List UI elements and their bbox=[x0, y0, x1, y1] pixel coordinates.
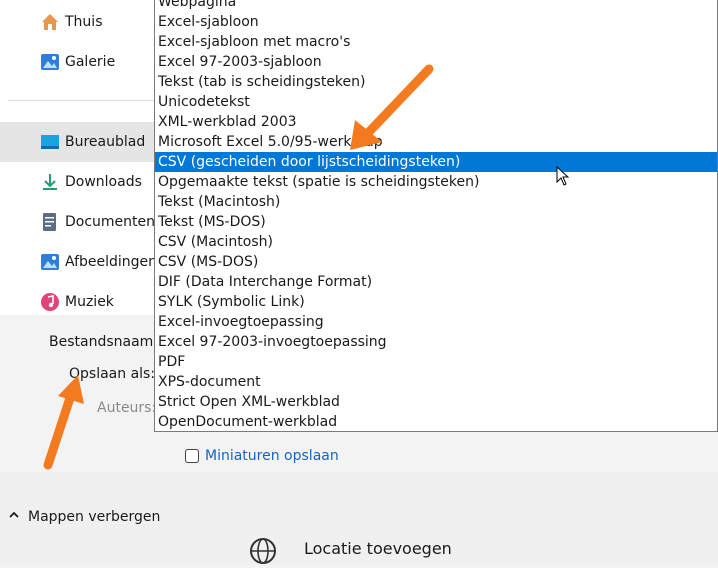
nav-item-label: Thuis bbox=[65, 14, 103, 30]
music-icon bbox=[40, 292, 60, 312]
save-thumbnails-label[interactable]: Miniaturen opslaan bbox=[205, 448, 339, 464]
desktop-icon bbox=[40, 132, 60, 152]
gallery-icon bbox=[40, 52, 60, 72]
dropdown-option[interactable]: OpenDocument-werkblad bbox=[155, 412, 717, 431]
save-type-dropdown-list[interactable]: Webpagina Excel-sjabloon Excel-sjabloon me… bbox=[154, 0, 718, 432]
nav-item-muziek[interactable]: Muziek bbox=[0, 282, 156, 322]
dropdown-option[interactable]: DIF (Data Interchange Format) bbox=[155, 272, 717, 292]
mouse-cursor-icon bbox=[556, 165, 570, 190]
add-location-label: Locatie toevoegen bbox=[304, 538, 452, 558]
dropdown-option[interactable]: CSV (MS-DOS) bbox=[155, 252, 717, 272]
dropdown-option[interactable]: Opgemaakte tekst (spatie is scheidingste… bbox=[155, 172, 717, 192]
chevron-up-icon bbox=[8, 509, 20, 525]
save-thumbnails-row[interactable]: Miniaturen opslaan bbox=[185, 446, 339, 466]
dropdown-option[interactable]: XPS-document bbox=[155, 372, 717, 392]
save-type-label: Opslaan als: bbox=[69, 366, 156, 382]
nav-item-label: Galerie bbox=[65, 54, 116, 70]
dropdown-option[interactable]: Tekst (MS-DOS) bbox=[155, 212, 717, 232]
nav-item-afbeeldingen[interactable]: Afbeeldingen bbox=[0, 242, 158, 282]
dropdown-option[interactable]: Unicodetekst bbox=[155, 92, 717, 112]
dropdown-option[interactable]: Webpagina bbox=[155, 0, 717, 12]
nav-item-galerie[interactable]: Galerie bbox=[0, 42, 156, 82]
dropdown-option[interactable]: Tekst (Macintosh) bbox=[155, 192, 717, 212]
dropdown-option[interactable]: Excel-sjabloon bbox=[155, 12, 717, 32]
download-icon bbox=[40, 172, 60, 192]
dropdown-option[interactable]: SYLK (Symbolic Link) bbox=[155, 292, 717, 312]
nav-item-label: Downloads bbox=[65, 174, 142, 190]
annotation-arrow-bottom bbox=[43, 375, 84, 470]
nav-divider bbox=[8, 100, 156, 101]
dropdown-option[interactable]: Excel-invoegtoepassing bbox=[155, 312, 717, 332]
dropdown-option[interactable]: PDF bbox=[155, 352, 717, 372]
pictures-icon bbox=[40, 252, 60, 272]
filename-label: Bestandsnaam: bbox=[49, 334, 159, 350]
document-icon bbox=[40, 212, 60, 232]
save-thumbnails-checkbox[interactable] bbox=[185, 449, 199, 463]
dropdown-option[interactable]: Excel 97-2003-sjabloon bbox=[155, 52, 717, 72]
nav-item-label: Muziek bbox=[65, 294, 114, 310]
dropdown-option[interactable]: Excel-sjabloon met macro's bbox=[155, 32, 717, 52]
nav-item-thuis[interactable]: Thuis bbox=[0, 2, 156, 42]
nav-item-downloads[interactable]: Downloads bbox=[0, 162, 156, 202]
nav-item-label: Afbeeldingen bbox=[65, 254, 158, 270]
dropdown-option[interactable]: Strict Open XML-werkblad bbox=[155, 392, 717, 412]
home-icon bbox=[40, 12, 60, 32]
nav-item-label: Bureaublad bbox=[65, 134, 146, 150]
dropdown-option[interactable]: Microsoft Excel 5.0/95-werkmap bbox=[155, 132, 717, 152]
nav-item-label: Documenten bbox=[65, 214, 156, 230]
navigation-pane: Thuis Galerie Bureaublad Downloads Docum… bbox=[0, 0, 158, 315]
dropdown-option[interactable]: CSV (Macintosh) bbox=[155, 232, 717, 252]
hide-folders-label: Mappen verbergen bbox=[28, 509, 161, 525]
hide-folders-button[interactable]: Mappen verbergen bbox=[8, 506, 160, 528]
nav-item-bureaublad[interactable]: Bureaublad bbox=[0, 122, 156, 162]
dropdown-option[interactable]: Excel 97-2003-invoegtoepassing bbox=[155, 332, 717, 352]
dropdown-option[interactable]: Tekst (tab is scheidingsteken) bbox=[155, 72, 717, 92]
authors-label: Auteurs: bbox=[97, 400, 157, 416]
dropdown-option[interactable]: XML-werkblad 2003 bbox=[155, 112, 717, 132]
nav-item-documenten[interactable]: Documenten bbox=[0, 202, 156, 242]
dropdown-option[interactable]: CSV (gescheiden door lijstscheidingsteke… bbox=[155, 152, 717, 172]
